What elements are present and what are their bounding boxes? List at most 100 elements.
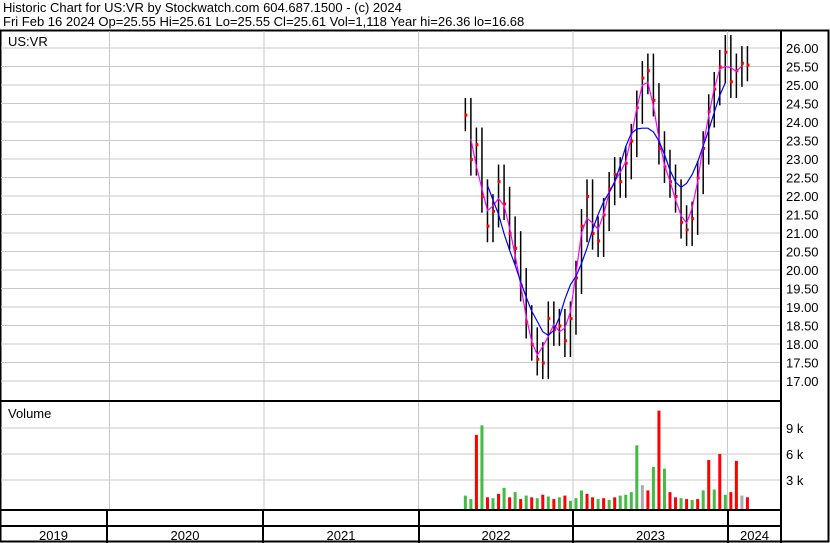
volume-bar [613,497,617,509]
volume-bar [602,498,606,509]
chart-frame [0,29,830,543]
volume-bar [707,460,711,509]
volume-bar [591,497,595,509]
price-tick-label: 20.00 [786,263,819,278]
volume-bar [635,445,639,509]
volume-bar [729,492,733,509]
volume-bar [618,495,622,509]
volume-bar [513,492,517,509]
volume-bar [485,497,489,509]
volume-label: Volume [8,406,51,421]
volume-bar [463,495,467,509]
volume-bar [646,490,650,509]
close-marker [558,324,562,328]
price-tick-label: 18.00 [786,337,819,352]
volume-bar [734,460,738,509]
volume-bar [657,410,661,509]
price-tick-label: 22.00 [786,189,819,204]
volume-bar [674,497,678,509]
ma-short-line [470,65,743,357]
volume-bar [740,495,744,509]
volume-bar [690,499,694,509]
volume-bar [541,494,545,509]
price-tick-label: 24.50 [786,97,819,112]
price-tick-label: 26.00 [786,41,819,56]
volume-bar [502,487,506,509]
close-marker [740,61,744,65]
volume-bar [552,499,556,509]
close-marker [464,113,468,117]
price-tick-label: 20.50 [786,245,819,260]
close-marker [492,209,496,213]
volume-bar [530,497,534,509]
volume-bar [745,497,749,509]
close-marker [536,357,540,361]
price-tick-label: 19.50 [786,282,819,297]
volume-tick-label: 9 k [786,421,804,436]
close-marker [469,158,473,161]
price-tick-label: 25.00 [786,78,819,93]
close-marker [486,224,490,228]
volume-tick-label: 3 k [786,473,804,488]
close-marker [497,180,501,184]
stock-chart: 17.00 17.50 18.00 18.50 19.00 19.50 20.00 20.50… [0,29,830,543]
volume-bar [557,497,561,509]
close-marker [514,246,518,250]
close-marker [613,172,617,176]
symbol-label: US:VR [8,34,48,49]
volume-bar [519,499,523,509]
price-tick-label: 25.50 [786,60,819,75]
price-tick-label: 21.50 [786,208,819,223]
volume-bar [480,425,484,509]
year-label: 2020 [171,528,200,543]
volume-bar [524,495,528,509]
volume-bar [701,490,705,509]
volume-bar [491,498,495,509]
close-marker [691,217,695,221]
volume-bar [585,493,589,509]
price-tick-label: 22.50 [786,171,819,186]
year-label: 2021 [327,528,356,543]
price-tick-label: 21.00 [786,226,819,241]
year-label: 2022 [482,528,511,543]
close-marker [569,317,573,321]
close-marker [724,50,728,54]
volume-bar [685,499,689,509]
close-marker [547,317,551,321]
price-tick-label: 17.50 [786,356,819,371]
volume-bar [696,499,700,509]
close-marker [619,180,623,184]
volume-bar [718,453,722,509]
volume-bar [580,490,584,509]
volume-bar [629,492,633,509]
volume-bar [508,497,512,509]
price-tick-label: 23.50 [786,134,819,149]
close-marker [646,69,650,73]
volume-bar [607,499,611,509]
close-marker [685,228,689,232]
volume-bar [535,498,539,509]
volume-bar [640,485,644,509]
price-tick-label: 24.00 [786,115,819,130]
volume-bar [546,496,550,509]
close-marker [563,339,567,343]
price-tick-label: 23.00 [786,152,819,167]
close-marker [541,361,545,365]
volume-bar [574,498,578,509]
volume-tick-label: 6 k [786,447,804,462]
close-marker [641,76,645,80]
close-marker [729,80,733,84]
price-tick-label: 19.00 [786,300,819,315]
volume-bar [668,492,672,509]
volume-bar [563,495,567,509]
close-marker [586,195,590,198]
close-marker [475,143,479,147]
price-tick-label: 17.00 [786,374,819,389]
year-label: 2023 [636,528,665,543]
year-label: 2024 [740,528,769,543]
volume-bar [568,500,572,509]
volume-bar [712,489,716,509]
volume-bar [624,494,628,509]
volume-bar [662,468,666,509]
chart-window: Historic Chart for US:VR by Stockwatch.c… [0,0,830,543]
